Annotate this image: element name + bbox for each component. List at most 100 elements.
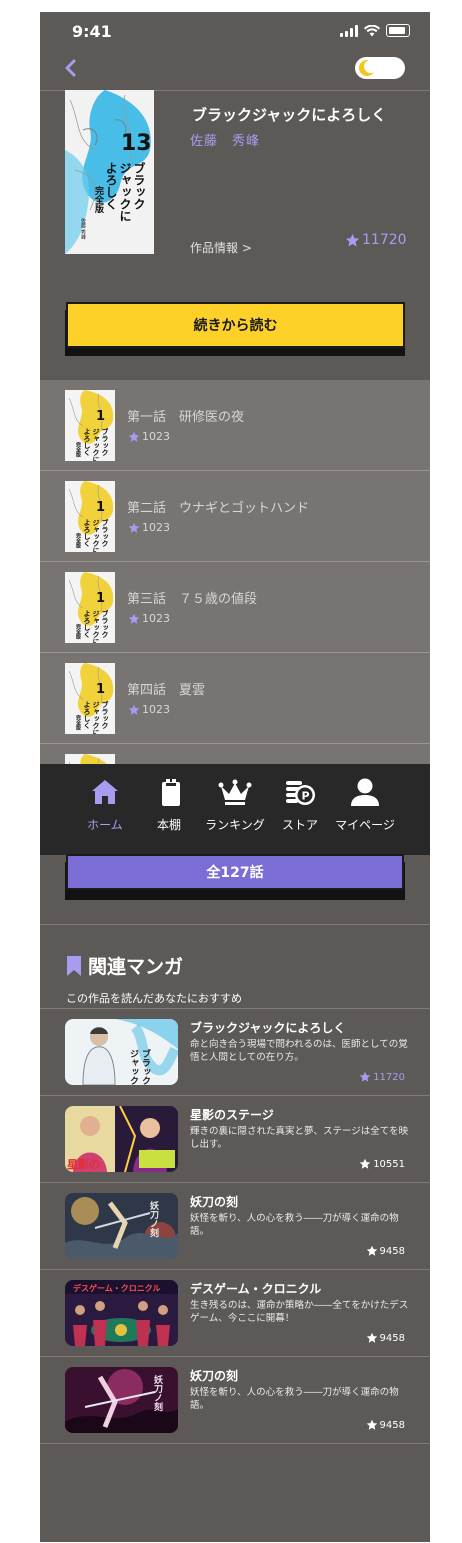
related-item-desc: 命と向き合う現場で問われるのは、医師としての覚悟と人間としての在り方。 [190,1039,408,1063]
svg-text:ジャックに: ジャックに [92,610,100,643]
svg-text:完全版: 完全版 [75,441,82,458]
svg-text:ブラック: ブラック [101,427,109,456]
status-time: 9:41 [72,22,112,41]
bookshelf-icon [162,779,180,806]
related-item-rating-value: 11720 [373,1071,405,1083]
tab-label: マイページ [335,818,395,832]
episode-item[interactable]: 1 ブラック ジャックに よろしく 完全版 第四話 夏雲 1023 [40,653,430,744]
svg-text:よろしく: よろしく [83,519,91,548]
home-icon [92,780,118,804]
episode-rating: 1023 [128,430,170,443]
signal-icon [340,24,358,37]
episode-cover-volume: 1 [96,409,105,424]
section-divider [40,924,430,925]
related-item-rating: 9458 [366,1245,405,1257]
svg-text:完全版: 完全版 [75,532,82,549]
svg-text:完全版: 完全版 [75,623,82,640]
svg-text:ブラック: ブラック [101,609,109,638]
related-title: 関連マンガ [88,956,184,978]
battery-icon [386,24,410,37]
episode-rating: 1023 [128,703,170,716]
related-thumbnail: 星影の [65,1106,178,1172]
related-divider [40,1443,430,1444]
tab-ranking[interactable]: ランキング [200,778,270,833]
svg-text:ブラック: ブラック [101,518,109,547]
episode-list: 1 ブラック ジャックに よろしく 完全版 第一話 研修医の夜 1023 1 ブラック ジャ… [40,380,430,825]
svg-text:よろしく: よろしく [83,610,91,639]
related-item[interactable]: ブラック ジャックに ブラックジャックによろしく 命と向き合う現場で問われるのは、… [40,1009,430,1096]
episode-rating-value: 1023 [142,612,170,625]
related-item-title: 星影のステージ [190,1108,274,1122]
related-item[interactable]: 妖刀ノ刻 妖刀の刻 妖怪を斬り、人の心を救う――刀が導く運命の物語。 9458 [40,1357,430,1444]
back-button[interactable] [60,54,84,82]
related-item-rating: 9458 [366,1332,405,1344]
manga-author[interactable]: 佐藤 秀峰 [190,130,260,149]
episode-title: 第三話 ７５歳の値段 [127,592,258,607]
episode-title: 第二話 ウナギとゴットハンド [127,501,310,516]
related-item[interactable]: デスゲーム・クロニクル デスゲーム・クロニクル 生き残るのは、運命か策略か――全… [40,1270,430,1357]
tab-bookshelf[interactable]: 本棚 [134,778,204,833]
related-item-desc: 妖怪を斬り、人の心を救う――刀が導く運命の物語。 [190,1387,399,1411]
star-icon [366,1332,377,1343]
all-episodes-button[interactable]: 全127話 [66,854,404,890]
episode-title: 第四話 夏雲 [127,683,206,698]
star-icon [128,704,140,715]
related-thumbnail: 妖刀ノ刻 [65,1193,178,1259]
coins-icon: P [286,781,315,805]
episode-thumbnail: 1 ブラックジャックによろしく完全版 [65,663,115,734]
cover-author: 佐藤 秀峰 [80,217,86,241]
manga-title: ブラックジャックによろしく [192,106,387,124]
related-item-rating-value: 10551 [373,1158,405,1170]
episode-thumbnail: 1 ブラックジャックによろしく完全版 [65,481,115,552]
cover-title-line2: ジャックに [118,162,132,222]
related-item-rating: 9458 [366,1419,405,1431]
tab-store[interactable]: P ストア [265,778,335,833]
cover-volume: 13 [121,131,152,156]
episode-item[interactable]: 1 ブラック ジャックに よろしく 完全版 第一話 研修医の夜 1023 [40,380,430,471]
related-item[interactable]: 星影の 星影のステージ 輝きの裏に隠された真実と夢、ステージは全てを映し出す。 … [40,1096,430,1183]
episode-rating: 1023 [128,612,170,625]
continue-reading-button[interactable]: 続きから読む [66,302,405,348]
dark-mode-toggle[interactable] [355,57,405,79]
related-item-title: 妖刀の刻 [190,1195,239,1209]
related-thumbnail: ブラック ジャックに [65,1019,178,1085]
episode-rating-value: 1023 [142,521,170,534]
episode-item[interactable]: 1 ブラック ジャックに よろしく 完全版 第二話 ウナギとゴットハンド 1023 [40,471,430,562]
related-item[interactable]: 妖刀ノ刻 妖刀の刻 妖怪を斬り、人の心を救う――刀が導く運命の物語。 9458 [40,1183,430,1270]
wifi-icon [364,24,380,36]
svg-text:ブラック: ブラック [101,700,109,729]
episode-cover-volume: 1 [96,500,105,515]
svg-text:ジャックに: ジャックに [128,1049,139,1085]
manga-cover: 13 ブラック ジャックに よろしく 完全版 佐藤 秀峰 [65,90,154,254]
related-item-title: 妖刀の刻 [190,1369,239,1383]
episode-cover-volume: 1 [96,591,105,606]
episode-thumbnail: 1 ブラックジャックによろしく完全版 [65,390,115,461]
cover-edition: 完全版 [93,185,105,214]
svg-text:よろしく: よろしく [83,428,91,457]
tab-home[interactable]: ホーム [70,778,140,833]
svg-text:ジャックに: ジャックに [92,428,100,461]
star-icon [366,1245,377,1256]
related-item-rating-value: 9458 [379,1332,405,1344]
related-item-rating: 10551 [359,1158,405,1170]
svg-text:デスゲーム・クロニクル: デスゲーム・クロニクル [73,1283,161,1293]
tab-label: 本棚 [156,818,181,832]
chevron-left-icon [65,59,76,77]
star-icon [359,1158,371,1169]
manga-info-link[interactable]: 作品情報 > [190,239,252,256]
tab-label: ホーム [87,818,123,832]
manga-rating-value: 11720 [362,232,407,248]
related-item-title: デスゲーム・クロニクル [190,1282,322,1296]
svg-text:P: P [302,790,310,803]
svg-text:よろしく: よろしく [83,701,91,730]
related-item-rating-value: 9458 [379,1419,405,1431]
manga-rating: 11720 [345,232,407,248]
tab-mypage[interactable]: マイページ [330,778,400,833]
manga-cover-art: 13 ブラック ジャックに よろしく 完全版 佐藤 秀峰 [65,90,154,254]
cover-title-line1: ブラック [132,161,146,210]
episode-item[interactable]: 1 ブラック ジャックに よろしく 完全版 第三話 ７５歳の値段 1023 [40,562,430,653]
related-item-desc: 生き残るのは、運命か策略か――全てをかけたデスゲーム、今ここに開幕！ [190,1300,409,1324]
svg-text:ジャックに: ジャックに [92,519,100,552]
svg-text:妖刀ノ刻: 妖刀ノ刻 [148,1200,159,1238]
related-item-desc: 妖怪を斬り、人の心を救う――刀が導く運命の物語。 [190,1213,399,1237]
